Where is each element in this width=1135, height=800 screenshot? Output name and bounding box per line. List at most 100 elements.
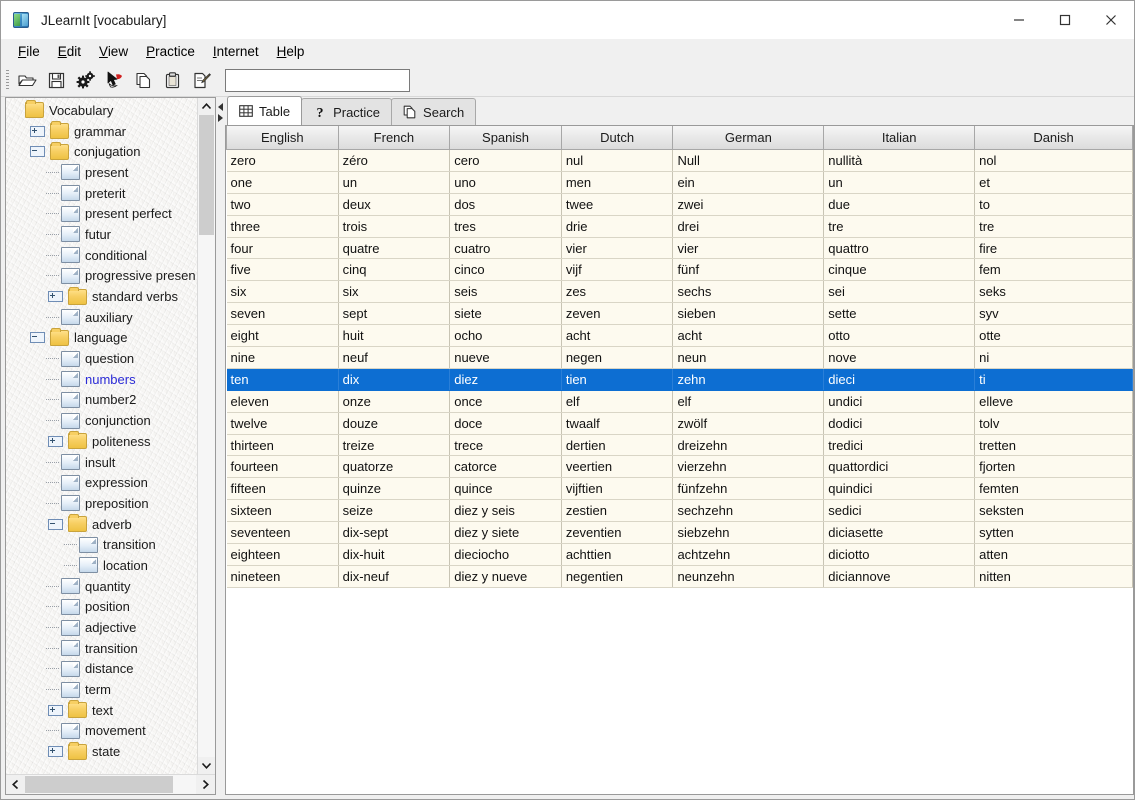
table-cell[interactable]: four — [227, 237, 339, 259]
column-header-german[interactable]: German — [673, 126, 824, 150]
table-cell[interactable]: Null — [673, 150, 824, 172]
tree-node-quantity[interactable]: quantity — [6, 576, 197, 597]
tree-node-standard-verbs[interactable]: standard verbs — [6, 286, 197, 307]
tree-node-present[interactable]: present — [6, 162, 197, 183]
table-cell[interactable]: femten — [975, 478, 1133, 500]
table-cell[interactable]: sedici — [824, 500, 975, 522]
vocabulary-tree[interactable]: Vocabularygrammarconjugationpresentprete… — [6, 98, 197, 774]
table-cell[interactable]: sytten — [975, 522, 1133, 544]
tree-node-politeness[interactable]: politeness — [6, 431, 197, 452]
tree-node-conditional[interactable]: conditional — [6, 245, 197, 266]
table-cell[interactable]: fjorten — [975, 456, 1133, 478]
table-cell[interactable]: sei — [824, 281, 975, 303]
table-cell[interactable]: zeven — [561, 303, 673, 325]
table-cell[interactable]: diciotto — [824, 544, 975, 566]
expand-node-icon[interactable] — [30, 126, 45, 137]
table-cell[interactable]: nine — [227, 347, 339, 369]
table-cell[interactable]: siete — [450, 303, 562, 325]
table-cell[interactable]: sept — [338, 303, 450, 325]
table-row[interactable]: fivecinqcincovijffünfcinquefem — [227, 259, 1133, 281]
table-cell[interactable]: deux — [338, 193, 450, 215]
table-cell[interactable]: fünfzehn — [673, 478, 824, 500]
table-cell[interactable]: nineteen — [227, 565, 339, 587]
expand-node-icon[interactable] — [48, 746, 63, 757]
column-header-english[interactable]: English — [227, 126, 339, 150]
table-cell[interactable]: zwei — [673, 193, 824, 215]
table-cell[interactable]: tredici — [824, 434, 975, 456]
table-cell[interactable]: ni — [975, 347, 1133, 369]
table-cell[interactable]: fem — [975, 259, 1133, 281]
menu-file[interactable]: File — [9, 41, 49, 62]
table-cell[interactable]: seventeen — [227, 522, 339, 544]
table-cell[interactable]: fire — [975, 237, 1133, 259]
table-cell[interactable]: ocho — [450, 325, 562, 347]
table-cell[interactable]: doce — [450, 412, 562, 434]
table-cell[interactable]: seven — [227, 303, 339, 325]
table-cell[interactable]: men — [561, 171, 673, 193]
menu-practice[interactable]: Practice — [137, 41, 204, 62]
tree-node-location[interactable]: location — [6, 555, 197, 576]
tab-practice[interactable]: ?Practice — [301, 98, 392, 125]
table-row[interactable]: fourteenquatorzecatorceveertienvierzehnq… — [227, 456, 1133, 478]
save-button[interactable] — [42, 67, 71, 93]
table-cell[interactable]: veertien — [561, 456, 673, 478]
table-cell[interactable]: seks — [975, 281, 1133, 303]
table-cell[interactable]: tres — [450, 215, 562, 237]
tree-node-vocabulary[interactable]: Vocabulary — [6, 100, 197, 121]
table-cell[interactable]: dreizehn — [673, 434, 824, 456]
table-cell[interactable]: syv — [975, 303, 1133, 325]
table-cell[interactable]: tolv — [975, 412, 1133, 434]
table-cell[interactable]: negen — [561, 347, 673, 369]
table-cell[interactable]: undici — [824, 390, 975, 412]
edit-button[interactable] — [187, 67, 216, 93]
table-cell[interactable]: dodici — [824, 412, 975, 434]
tree-node-movement[interactable]: movement — [6, 721, 197, 742]
table-cell[interactable]: quince — [450, 478, 562, 500]
tree-node-preposition[interactable]: preposition — [6, 493, 197, 514]
table-cell[interactable]: quatre — [338, 237, 450, 259]
copy-button[interactable] — [129, 67, 158, 93]
collapse-node-icon[interactable] — [48, 519, 63, 530]
table-cell[interactable]: to — [975, 193, 1133, 215]
tree-node-term[interactable]: term — [6, 679, 197, 700]
table-cell[interactable]: drie — [561, 215, 673, 237]
table-cell[interactable]: quattordici — [824, 456, 975, 478]
table-cell[interactable]: ein — [673, 171, 824, 193]
tree-node-preterit[interactable]: preterit — [6, 183, 197, 204]
table-cell[interactable]: dix-huit — [338, 544, 450, 566]
table-cell[interactable]: neuf — [338, 347, 450, 369]
table-cell[interactable]: dix-sept — [338, 522, 450, 544]
vertical-scroll-track[interactable] — [198, 115, 215, 757]
column-header-spanish[interactable]: Spanish — [450, 126, 562, 150]
collapse-left-icon[interactable] — [218, 103, 223, 111]
tree-node-grammar[interactable]: grammar — [6, 121, 197, 142]
table-cell[interactable]: treize — [338, 434, 450, 456]
table-cell[interactable]: once — [450, 390, 562, 412]
scroll-left-button[interactable] — [6, 775, 25, 794]
table-row[interactable]: oneununomeneinunet — [227, 171, 1133, 193]
expand-node-icon[interactable] — [48, 436, 63, 447]
table-cell[interactable]: three — [227, 215, 339, 237]
column-header-danish[interactable]: Danish — [975, 126, 1133, 150]
table-cell[interactable]: achttien — [561, 544, 673, 566]
table-cell[interactable]: quatorze — [338, 456, 450, 478]
table-cell[interactable]: cinque — [824, 259, 975, 281]
table-cell[interactable]: atten — [975, 544, 1133, 566]
tree-node-adverb[interactable]: adverb — [6, 514, 197, 535]
table-cell[interactable]: un — [824, 171, 975, 193]
table-cell[interactable]: nitten — [975, 565, 1133, 587]
table-row[interactable]: nineneufnuevenegenneunnoveni — [227, 347, 1133, 369]
table-cell[interactable]: dieci — [824, 368, 975, 390]
table-cell[interactable]: achtzehn — [673, 544, 824, 566]
table-cell[interactable]: cuatro — [450, 237, 562, 259]
table-row[interactable]: fourquatrecuatroviervierquattrofire — [227, 237, 1133, 259]
table-cell[interactable]: zes — [561, 281, 673, 303]
tree-node-adjective[interactable]: adjective — [6, 617, 197, 638]
table-cell[interactable]: quattro — [824, 237, 975, 259]
table-cell[interactable]: diciasette — [824, 522, 975, 544]
table-cell[interactable]: sixteen — [227, 500, 339, 522]
table-cell[interactable]: twee — [561, 193, 673, 215]
table-cell[interactable]: acht — [673, 325, 824, 347]
table-cell[interactable]: zehn — [673, 368, 824, 390]
table-cell[interactable]: seize — [338, 500, 450, 522]
